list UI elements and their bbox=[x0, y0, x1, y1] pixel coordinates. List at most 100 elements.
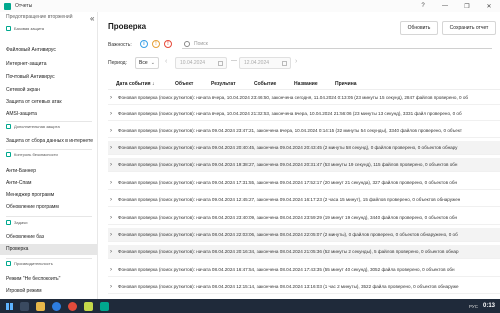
table-row[interactable]: › Фоновая проверка (поиск руткитов): нача… bbox=[108, 211, 500, 225]
app-logo-icon bbox=[4, 2, 11, 10]
search-icon bbox=[184, 40, 190, 47]
expand-row-icon[interactable]: › bbox=[110, 128, 112, 134]
expand-row-icon[interactable]: › bbox=[110, 111, 112, 117]
language-indicator[interactable]: РУС bbox=[469, 304, 478, 309]
page-title: Проверка bbox=[108, 22, 147, 31]
next-period-button[interactable]: › bbox=[295, 58, 297, 65]
column-event[interactable]: Событие bbox=[254, 81, 276, 87]
sidebar-item-mail-antivirus[interactable]: Почтовый Антивирус bbox=[6, 74, 55, 80]
sidebar-item-anti-spam[interactable]: Анти-Спам bbox=[6, 180, 31, 186]
table-row[interactable]: › Фоновая проверка (поиск руткитов): нача… bbox=[108, 193, 500, 207]
sidebar-section-basic: Базовая защита bbox=[6, 26, 44, 31]
table-row[interactable]: › Фоновая проверка (поиск руткитов): нача… bbox=[108, 263, 500, 277]
sidebar-divider bbox=[6, 258, 92, 259]
window-title: Отчеты bbox=[15, 3, 33, 9]
expand-row-icon[interactable]: › bbox=[110, 215, 112, 221]
column-result[interactable]: Результат bbox=[211, 81, 236, 87]
refresh-button[interactable]: Обновить bbox=[400, 21, 438, 35]
expand-row-icon[interactable]: › bbox=[110, 145, 112, 151]
expand-row-icon[interactable]: › bbox=[110, 267, 112, 273]
save-report-button[interactable]: Сохранить отчет bbox=[442, 21, 496, 35]
file-explorer-icon[interactable] bbox=[36, 301, 45, 311]
critical-icon[interactable]: ! bbox=[164, 40, 172, 48]
date-from-field[interactable]: 10.04.2024 bbox=[175, 57, 227, 69]
sidebar-item-game-mode[interactable]: Игровой режим bbox=[6, 288, 42, 294]
prev-period-button[interactable]: ‹ bbox=[165, 58, 167, 65]
expand-row-icon[interactable]: › bbox=[110, 249, 112, 255]
expand-row-icon[interactable]: › bbox=[110, 197, 112, 203]
calendar-icon bbox=[218, 61, 223, 66]
window-controls: ? — ❐ ✕ bbox=[412, 0, 500, 12]
sidebar-item-app-update[interactable]: Обновление программ bbox=[6, 204, 59, 210]
sidebar-item-file-antivirus[interactable]: Файловый Антивирус bbox=[6, 47, 56, 53]
table-row[interactable]: › Фоновая проверка (поиск руткитов): нача… bbox=[108, 176, 500, 190]
sidebar: « Предотвращение вторжений Базовая защит… bbox=[0, 12, 98, 299]
sidebar-item-anti-banner[interactable]: Анти-Баннер bbox=[6, 168, 36, 174]
start-button[interactable] bbox=[6, 302, 13, 310]
table-row[interactable]: › Фоновая проверка (поиск руткитов): нача… bbox=[108, 245, 500, 259]
minimize-button[interactable]: — bbox=[434, 0, 456, 12]
date-to-field[interactable]: 12.04.2024 bbox=[239, 57, 291, 69]
main-panel: Проверка Обновить Сохранить отчет Важнос… bbox=[99, 12, 500, 299]
sidebar-item-app-manager[interactable]: Менеджер программ bbox=[6, 192, 54, 198]
warning-icon[interactable]: ! bbox=[152, 40, 160, 48]
table-row[interactable]: › Фоновая проверка (поиск руткитов): нача… bbox=[108, 107, 500, 121]
system-tray: РУС 0:13 bbox=[469, 299, 495, 313]
expand-row-icon[interactable]: › bbox=[110, 162, 112, 168]
info-icon[interactable]: i bbox=[140, 40, 148, 48]
calendar-icon bbox=[282, 61, 287, 66]
title-bar: Отчеты ? — ❐ ✕ bbox=[0, 0, 500, 12]
period-select[interactable]: Все ⌄ bbox=[135, 57, 159, 69]
control-icon bbox=[6, 152, 11, 157]
period-label: Период: bbox=[108, 60, 127, 66]
sidebar-divider bbox=[6, 216, 92, 217]
sidebar-item-intrusion-prevention[interactable]: Предотвращение вторжений bbox=[6, 14, 73, 20]
table-row[interactable]: › Фоновая проверка (поиск руткитов): нача… bbox=[108, 141, 500, 155]
shield-icon bbox=[6, 26, 11, 31]
opera-icon[interactable] bbox=[68, 301, 77, 311]
clock[interactable]: 0:13 bbox=[483, 303, 495, 309]
sidebar-section-tasks: Задачи bbox=[6, 220, 27, 225]
expand-row-icon[interactable]: › bbox=[110, 95, 112, 101]
sidebar-item-do-not-disturb[interactable]: Режим "Не беспокоить" bbox=[6, 276, 60, 282]
help-button[interactable]: ? bbox=[412, 0, 434, 12]
column-reason[interactable]: Причина bbox=[335, 81, 357, 87]
search-placeholder: Поиск bbox=[194, 40, 208, 47]
app-icon[interactable] bbox=[84, 301, 93, 311]
sidebar-item-db-update[interactable]: Обновление баз bbox=[6, 234, 44, 240]
kaspersky-icon[interactable] bbox=[100, 301, 109, 311]
performance-icon bbox=[6, 261, 11, 266]
collapse-sidebar-button[interactable]: « bbox=[90, 14, 94, 23]
close-button[interactable]: ✕ bbox=[478, 0, 500, 12]
sidebar-item-network-attack[interactable]: Защита от сетевых атак bbox=[6, 99, 62, 105]
sidebar-item-scan[interactable]: Проверка bbox=[0, 244, 97, 255]
shield-plus-icon bbox=[6, 124, 11, 129]
column-name[interactable]: Название bbox=[294, 81, 318, 87]
tasks-icon bbox=[6, 220, 11, 225]
table-row[interactable]: › Фоновая проверка (поиск руткитов): нача… bbox=[108, 124, 500, 138]
sidebar-section-extra: Дополнительная защита bbox=[6, 124, 60, 129]
sidebar-item-web-protection[interactable]: Интернет-защита bbox=[6, 61, 46, 67]
maximize-button[interactable]: ❐ bbox=[456, 0, 478, 12]
table-row[interactable]: › Фоновая проверка (поиск руткитов): нача… bbox=[108, 280, 500, 294]
table-row[interactable]: › Фоновая проверка (поиск руткитов): нача… bbox=[108, 158, 500, 172]
expand-row-icon[interactable]: › bbox=[110, 180, 112, 186]
sidebar-divider bbox=[6, 121, 92, 122]
search-input[interactable]: Поиск bbox=[182, 39, 492, 49]
column-object[interactable]: Объект bbox=[175, 81, 193, 87]
sidebar-section-performance: Производительность bbox=[6, 261, 53, 266]
table-body: › Фоновая проверка (поиск руткитов): нача… bbox=[108, 91, 500, 299]
sidebar-item-data-collection[interactable]: Защита от сбора данных в интернете bbox=[6, 138, 93, 144]
taskbar: РУС 0:13 bbox=[0, 299, 500, 313]
search-icon[interactable] bbox=[20, 301, 29, 311]
browser-icon[interactable] bbox=[52, 301, 61, 311]
table-row[interactable]: › Фоновая проверка (поиск руткитов): нача… bbox=[108, 228, 500, 242]
expand-row-icon[interactable]: › bbox=[110, 284, 112, 290]
sidebar-item-amsi[interactable]: AMSI-защита bbox=[6, 111, 37, 117]
chevron-down-icon: ⌄ bbox=[150, 60, 155, 66]
column-event-date[interactable]: Дата события ↓ bbox=[116, 81, 154, 87]
expand-row-icon[interactable]: › bbox=[110, 232, 112, 238]
table-row[interactable]: › Фоновая проверка (поиск руткитов): нача… bbox=[108, 91, 500, 105]
sidebar-divider bbox=[6, 149, 92, 150]
sidebar-item-firewall[interactable]: Сетевой экран bbox=[6, 87, 40, 93]
